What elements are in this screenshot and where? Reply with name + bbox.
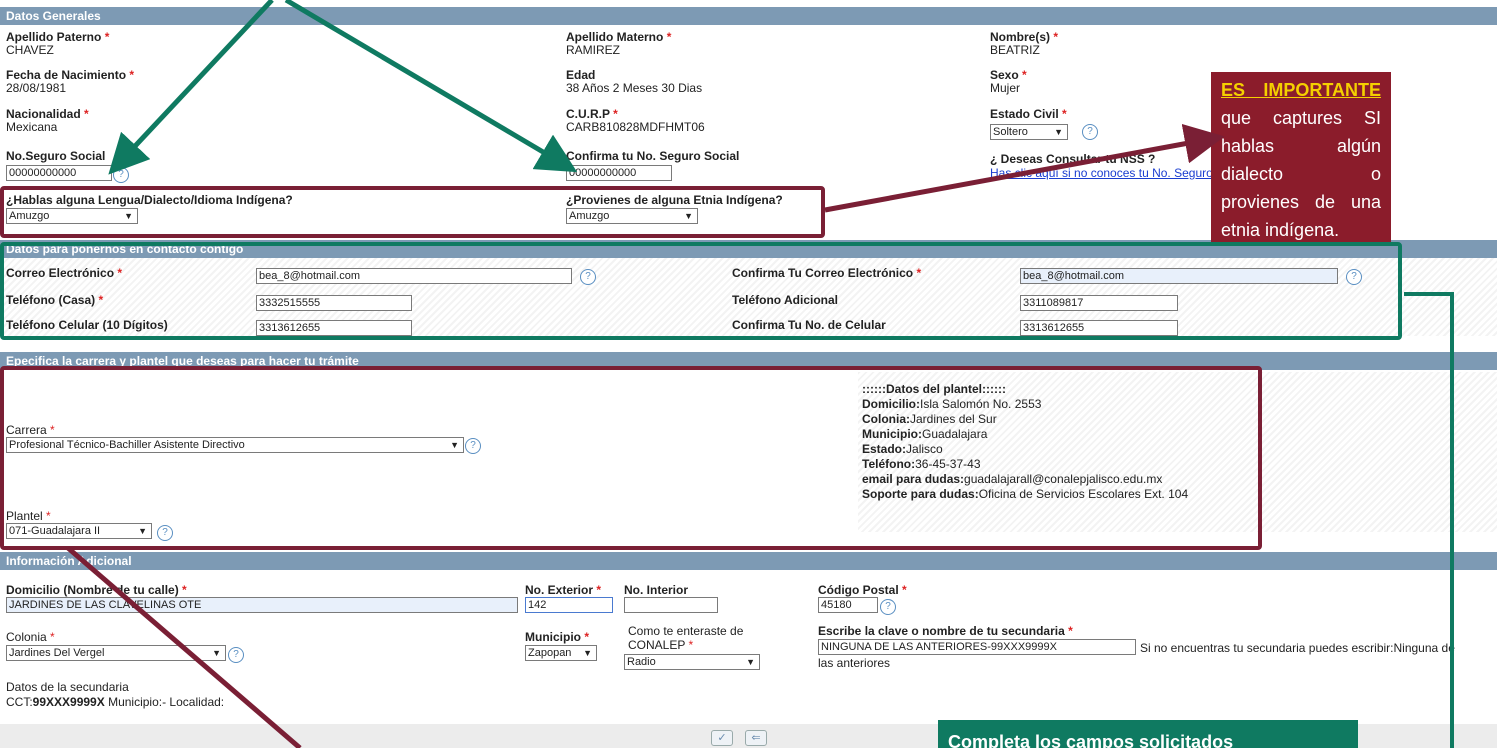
secundaria-label: Escribe la clave o nombre de tu secundar… — [818, 624, 1073, 638]
domicilio-input[interactable]: JARDINES DE LAS CLAVELINAS OTE — [6, 597, 518, 613]
nss-input[interactable]: 00000000000 — [6, 165, 112, 181]
nombre-label: Nombre(s) * — [990, 30, 1059, 44]
curp-label: C.U.R.P * — [566, 107, 618, 121]
domicilio-label: Domicilio (Nombre de tu calle) * — [6, 583, 187, 597]
apellido-paterno-value: CHAVEZ — [6, 43, 54, 57]
fecha-nacimiento-label: Fecha de Nacimiento * — [6, 68, 135, 82]
no-interior-input[interactable] — [624, 597, 718, 613]
dropdown-arrow-icon: ▼ — [746, 657, 755, 667]
no-interior-label: No. Interior — [624, 583, 689, 597]
datos-secundaria-value: CCT:99XXX9999X Municipio:- Localidad: — [6, 695, 225, 709]
nss-confirm-input[interactable]: 00000000000 — [566, 165, 672, 181]
top-strip — [0, 0, 1497, 6]
dropdown-arrow-icon: ▼ — [583, 648, 592, 658]
career-highlight-box — [0, 366, 1262, 550]
sexo-label: Sexo * — [990, 68, 1027, 82]
codigo-postal-label: Código Postal * — [818, 583, 907, 597]
estado-civil-select[interactable]: Soltero ▼ — [990, 124, 1068, 140]
complete-callout: Completa los campos solicitados — [938, 720, 1358, 748]
nacionalidad-value: Mexicana — [6, 120, 58, 134]
back-button[interactable]: ⇐ — [745, 730, 767, 746]
municipio-select[interactable]: Zapopan ▼ — [525, 645, 597, 661]
help-icon[interactable]: ? — [228, 647, 244, 663]
enteraste-label-2: CONALEP * — [628, 638, 694, 652]
accept-button[interactable]: ✓ — [711, 730, 733, 746]
codigo-postal-input[interactable]: 45180 — [818, 597, 878, 613]
help-icon[interactable]: ? — [1082, 124, 1098, 140]
no-exterior-label: No. Exterior * — [525, 583, 602, 597]
apellido-paterno-label: Apellido Paterno * — [6, 30, 110, 44]
section-header-general: Datos Generales — [0, 7, 1497, 25]
secundaria-hint: Si no encuentras tu secundaria puedes es… — [1140, 641, 1455, 655]
secundaria-hint-2: las anteriores — [818, 656, 891, 670]
edad-label: Edad — [566, 68, 596, 82]
sexo-value: Mujer — [990, 81, 1021, 95]
secundaria-input[interactable]: NINGUNA DE LAS ANTERIORES-99XXX9999X — [818, 639, 1136, 655]
nombre-value: BEATRIZ — [990, 43, 1040, 57]
colonia-select[interactable]: Jardines Del Vergel ▼ — [6, 645, 226, 661]
important-text: que captures SI hablas algún dialecto o … — [1221, 108, 1381, 240]
indigenous-highlight-box — [0, 186, 825, 238]
important-callout: ES IMPORTANTE que captures SI hablas alg… — [1211, 72, 1391, 242]
dropdown-arrow-icon: ▼ — [1054, 127, 1063, 137]
nss-label: No.Seguro Social — [6, 149, 106, 163]
consultar-nss-label: ¿ Deseas Consultar tu NSS ? — [990, 152, 1156, 166]
consultar-nss-link[interactable]: Has clic aquí si no conoces tu No. Segur… — [990, 166, 1214, 180]
important-highlight: ES IMPORTANTE — [1221, 80, 1381, 100]
edad-value: 38 Años 2 Meses 30 Dias — [566, 81, 703, 95]
enteraste-select[interactable]: Radio ▼ — [624, 654, 760, 670]
complete-callout-text: Completa los campos solicitados — [948, 732, 1234, 748]
no-exterior-input[interactable]: 142 — [525, 597, 613, 613]
colonia-label: Colonia * — [6, 630, 55, 644]
dropdown-arrow-icon: ▼ — [212, 648, 221, 658]
estado-civil-label: Estado Civil * — [990, 107, 1067, 121]
apellido-materno-label: Apellido Materno * — [566, 30, 672, 44]
curp-value: CARB810828MDFHMT06 — [566, 120, 705, 134]
nacionalidad-label: Nacionalidad * — [6, 107, 89, 121]
apellido-materno-value: RAMIREZ — [566, 43, 620, 57]
contact-highlight-box — [0, 242, 1402, 340]
help-icon[interactable]: ? — [113, 167, 129, 183]
nss-confirm-label: Confirma tu No. Seguro Social — [566, 149, 740, 163]
enteraste-label: Como te enteraste de — [628, 624, 744, 638]
datos-secundaria-label: Datos de la secundaria — [6, 680, 129, 694]
section-header-additional: Información Adicional — [0, 552, 1497, 570]
help-icon[interactable]: ? — [880, 599, 896, 615]
fecha-nacimiento-value: 28/08/1981 — [6, 81, 67, 95]
municipio-label: Municipio * — [525, 630, 590, 644]
